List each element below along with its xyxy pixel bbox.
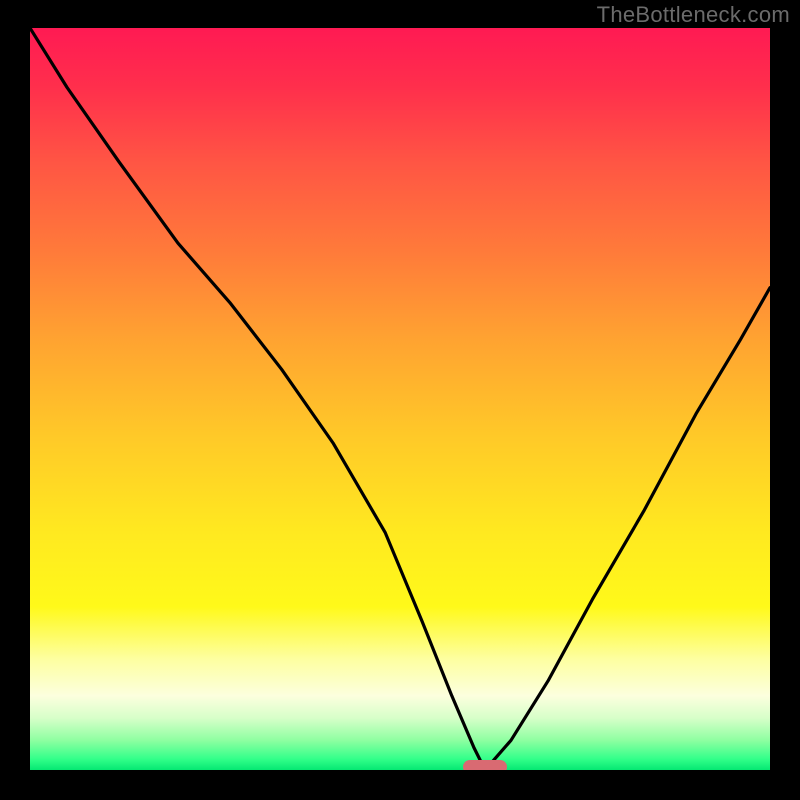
optimum-marker — [463, 760, 507, 770]
chart-frame: TheBottleneck.com — [0, 0, 800, 800]
bottleneck-curve-line — [30, 28, 770, 770]
plot-area — [30, 28, 770, 770]
watermark-text: TheBottleneck.com — [597, 2, 790, 28]
bottleneck-curve-svg — [30, 28, 770, 770]
